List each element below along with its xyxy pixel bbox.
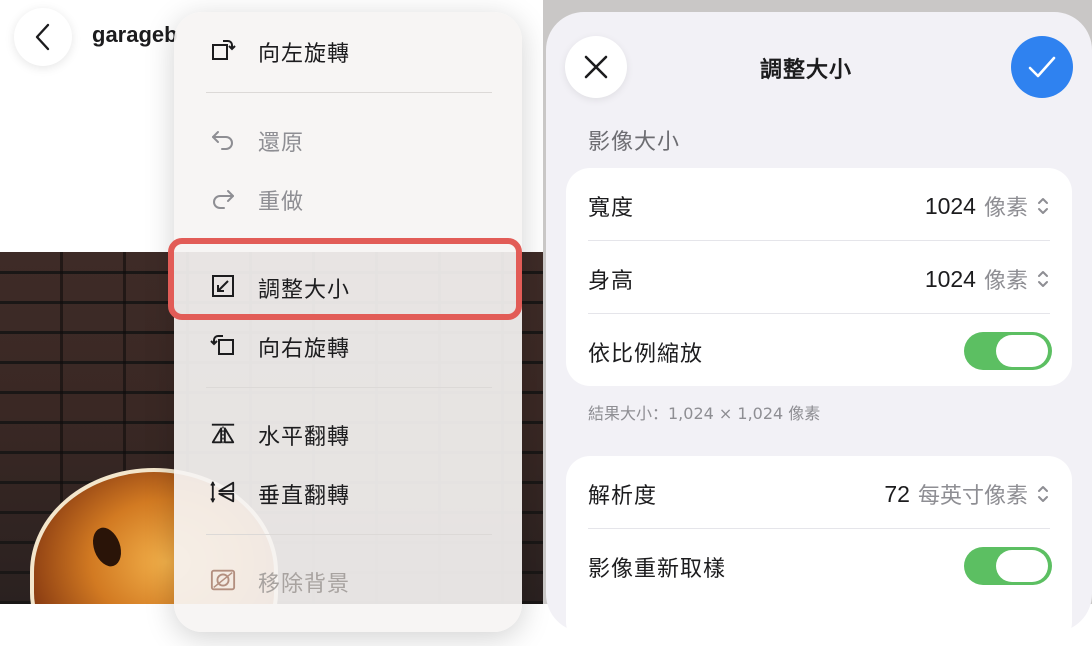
- height-unit: 像素: [983, 269, 1028, 294]
- menu-divider: [206, 387, 492, 388]
- flip-horizontal-icon: [210, 420, 236, 446]
- back-button[interactable]: [14, 8, 72, 66]
- rotate-left-icon: [210, 37, 236, 63]
- remove-background-icon: [210, 567, 236, 593]
- menu-item-flip-horizontal[interactable]: 水平翻轉: [174, 407, 522, 457]
- resolution-unit: 每英寸像素: [917, 484, 1028, 509]
- height-row[interactable]: 身高 1024 像素: [566, 241, 1072, 313]
- menu-item-label: 移除背景: [258, 572, 351, 597]
- menu-item-label: 重做: [258, 190, 305, 215]
- menu-item-rotate-left[interactable]: 向左旋轉: [174, 24, 522, 74]
- menu-divider: [206, 92, 492, 93]
- chevron-up-down-icon: [1038, 198, 1048, 214]
- redo-icon: [210, 185, 236, 211]
- result-size-text: 結果大小：1,024 × 1,024 像素: [588, 404, 821, 423]
- width-number: 1024: [924, 192, 976, 219]
- document-title: garageb: [92, 22, 178, 47]
- section-label-image-size: 影像大小: [588, 130, 681, 155]
- width-value[interactable]: 1024 像素: [925, 190, 1050, 222]
- menu-item-label: 垂直翻轉: [258, 484, 351, 509]
- resolution-label: 解析度: [588, 484, 658, 509]
- close-button[interactable]: [565, 36, 627, 98]
- undo-icon: [210, 126, 236, 152]
- keep-ratio-row: 依比例縮放: [566, 314, 1072, 386]
- checkmark-icon: [1028, 56, 1056, 78]
- resolution-card: 解析度 72 每英寸像素 影像重新取樣: [566, 456, 1072, 646]
- chevron-up-down-icon: [1038, 271, 1048, 287]
- keep-ratio-toggle[interactable]: [964, 332, 1052, 370]
- menu-item-undo[interactable]: 還原: [174, 113, 522, 163]
- confirm-button[interactable]: [1011, 36, 1073, 98]
- menu-item-redo[interactable]: 重做: [174, 172, 522, 222]
- height-number: 1024: [924, 265, 976, 292]
- resolution-value[interactable]: 72 每英寸像素: [884, 478, 1050, 510]
- guitar-soundhole: [87, 523, 127, 571]
- chevron-up-down-icon: [1038, 486, 1048, 502]
- menu-divider: [206, 534, 492, 535]
- width-label: 寬度: [588, 196, 635, 221]
- height-label: 身高: [588, 269, 635, 294]
- width-row[interactable]: 寬度 1024 像素: [566, 168, 1072, 240]
- resolution-number: 72: [884, 480, 910, 507]
- resample-toggle[interactable]: [964, 547, 1052, 585]
- size-card: 寬度 1024 像素 身高 1024 像素 依比例縮放: [566, 168, 1072, 386]
- menu-item-label: 向左旋轉: [258, 42, 351, 67]
- close-icon: [584, 55, 608, 79]
- width-unit: 像素: [983, 196, 1028, 221]
- resample-label: 影像重新取樣: [588, 557, 727, 582]
- menu-item-flip-vertical[interactable]: 垂直翻轉: [174, 466, 522, 516]
- flip-vertical-icon: [210, 479, 236, 505]
- menu-item-label: 還原: [258, 131, 305, 156]
- menu-item-remove-background[interactable]: 移除背景: [174, 554, 522, 604]
- resolution-row[interactable]: 解析度 72 每英寸像素: [566, 456, 1072, 528]
- chevron-left-icon: [35, 23, 50, 51]
- keep-ratio-label: 依比例縮放: [588, 342, 704, 367]
- menu-item-label: 水平翻轉: [258, 425, 351, 450]
- rotate-right-icon: [210, 332, 236, 358]
- toggle-knob: [996, 335, 1048, 367]
- sheet-title: 調整大小: [760, 58, 853, 83]
- height-value[interactable]: 1024 像素: [925, 263, 1050, 295]
- menu-item-rotate-right[interactable]: 向右旋轉: [174, 319, 522, 369]
- highlight-box: [168, 238, 522, 320]
- menu-item-label: 向右旋轉: [258, 337, 351, 362]
- toggle-knob: [996, 550, 1048, 582]
- resample-row: 影像重新取樣: [566, 529, 1072, 601]
